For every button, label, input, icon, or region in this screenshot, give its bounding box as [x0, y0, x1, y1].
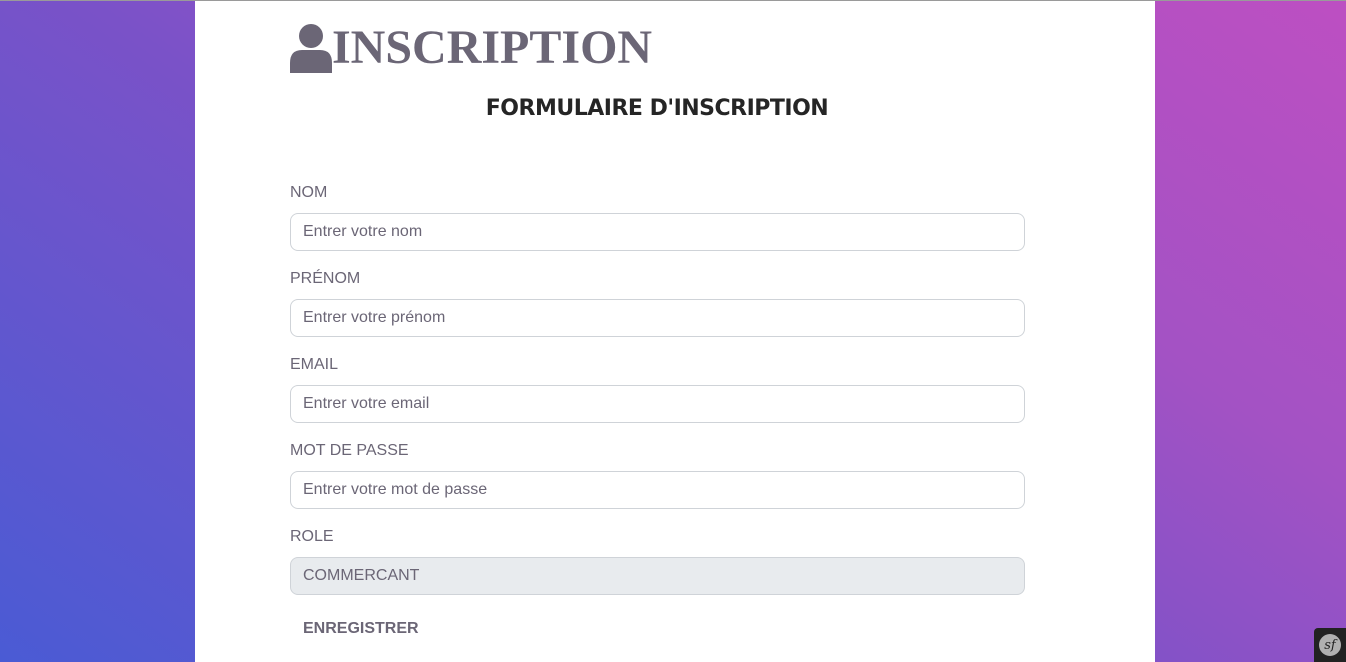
- symfony-toolbar-toggle[interactable]: sf: [1314, 628, 1346, 662]
- email-input[interactable]: [290, 385, 1025, 423]
- password-label: MOT DE PASSE: [290, 442, 409, 459]
- email-label: EMAIL: [290, 356, 339, 373]
- registration-panel: INSCRIPTION FORMULAIRE D'INSCRIPTION NOM…: [195, 1, 1155, 662]
- nom-label: NOM: [290, 184, 328, 201]
- role-label: ROLE: [290, 528, 334, 545]
- brand-header: INSCRIPTION: [290, 19, 652, 73]
- user-icon: [290, 24, 332, 73]
- role-input[interactable]: [290, 557, 1025, 595]
- prenom-label: PRÉNOM: [290, 270, 361, 287]
- prenom-input[interactable]: [290, 299, 1025, 337]
- symfony-icon: sf: [1319, 634, 1341, 656]
- brand-title: INSCRIPTION: [332, 21, 653, 74]
- register-button[interactable]: ENREGISTRER: [290, 614, 432, 644]
- form-title: FORMULAIRE D'INSCRIPTION: [485, 96, 829, 121]
- nom-input[interactable]: [290, 213, 1025, 251]
- password-input[interactable]: [290, 471, 1025, 509]
